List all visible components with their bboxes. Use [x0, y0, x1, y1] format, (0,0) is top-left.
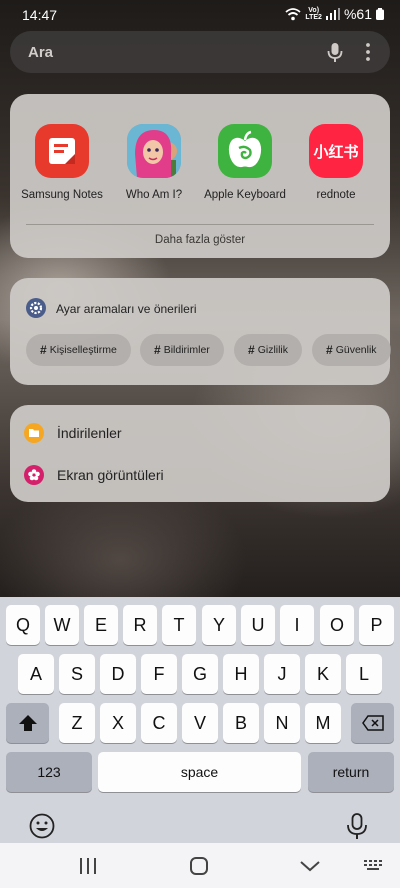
key-p[interactable]: P — [359, 605, 394, 645]
status-bar: 14:47 Vo) LTE2 %61 — [0, 0, 400, 30]
app-apple-keyboard[interactable]: Apple Keyboard — [197, 124, 293, 201]
gear-icon — [26, 298, 46, 318]
chip-kisisellestirme[interactable]: # Kişiselleştirme — [26, 334, 131, 366]
delete-key[interactable] — [351, 703, 394, 743]
chip-gizlilik[interactable]: # Gizlilik — [234, 334, 303, 366]
shift-key[interactable] — [6, 703, 49, 743]
flower-icon — [24, 465, 44, 485]
key-i[interactable]: I — [280, 605, 314, 645]
home-icon[interactable] — [187, 855, 211, 877]
app-label: Apple Keyboard — [204, 189, 286, 201]
settings-suggestions-card: Ayar aramaları ve önerileri # Kişiselleş… — [10, 278, 391, 385]
microphone-icon[interactable] — [324, 41, 346, 63]
rednote-icon: 小红书 — [309, 124, 363, 178]
signal-icon — [325, 8, 340, 20]
search-bar[interactable]: Ara — [10, 31, 390, 73]
key-j[interactable]: J — [264, 654, 300, 694]
settings-title: Ayar aramaları ve önerileri — [56, 302, 197, 316]
rednote-logo-text: 小红书 — [313, 143, 359, 161]
folders-card: İndirilenler Ekran görüntüleri — [10, 405, 390, 502]
lte-indicator: Vo) LTE2 — [305, 7, 322, 21]
more-vert-icon[interactable] — [360, 41, 376, 63]
key-k[interactable]: K — [305, 654, 341, 694]
chip-label: Kişiselleştirme — [49, 344, 117, 356]
battery-icon — [376, 8, 384, 20]
key-w[interactable]: W — [45, 605, 79, 645]
key-b[interactable]: B — [223, 703, 259, 743]
who-am-i-icon — [127, 124, 181, 178]
numbers-key[interactable]: 123 — [6, 752, 92, 792]
key-y[interactable]: Y — [202, 605, 236, 645]
key-o[interactable]: O — [320, 605, 354, 645]
app-label: Samsung Notes — [21, 189, 103, 201]
recents-icon[interactable] — [76, 855, 100, 877]
divider — [26, 224, 374, 225]
backspace-icon — [361, 715, 384, 731]
hash-icon: # — [154, 343, 161, 357]
space-key[interactable]: space — [98, 752, 301, 792]
key-a[interactable]: A — [18, 654, 54, 694]
app-samsung-notes[interactable]: Samsung Notes — [14, 124, 110, 201]
status-icons: Vo) LTE2 %61 — [285, 6, 384, 22]
key-q[interactable]: Q — [6, 605, 40, 645]
app-rednote[interactable]: 小红书 rednote — [288, 124, 384, 201]
folder-label: İndirilenler — [57, 425, 122, 441]
key-g[interactable]: G — [182, 654, 218, 694]
microphone-icon[interactable] — [344, 812, 370, 840]
folder-ekran-goruntuleri[interactable]: Ekran görüntüleri — [24, 463, 164, 487]
key-d[interactable]: D — [100, 654, 136, 694]
app-who-am-i[interactable]: Who Am I? — [106, 124, 202, 201]
hash-icon: # — [40, 343, 47, 357]
key-z[interactable]: Z — [59, 703, 95, 743]
key-x[interactable]: X — [100, 703, 136, 743]
key-t[interactable]: T — [162, 605, 196, 645]
folder-icon — [24, 423, 44, 443]
chip-label: Güvenlik — [335, 344, 377, 356]
navigation-bar — [0, 843, 400, 888]
folder-indirilenler[interactable]: İndirilenler — [24, 421, 122, 445]
hash-icon: # — [326, 343, 333, 357]
key-f[interactable]: F — [141, 654, 177, 694]
key-s[interactable]: S — [59, 654, 95, 694]
key-n[interactable]: N — [264, 703, 300, 743]
status-time: 14:47 — [22, 7, 58, 23]
chip-bildirimler[interactable]: # Bildirimler — [140, 334, 224, 366]
search-input[interactable]: Ara — [28, 44, 53, 61]
hash-icon: # — [248, 343, 255, 357]
key-e[interactable]: E — [84, 605, 118, 645]
emoji-icon[interactable] — [28, 812, 56, 840]
key-c[interactable]: C — [141, 703, 177, 743]
apps-card: Samsung Notes Who Am I? Apple Keyboard 小… — [10, 94, 390, 258]
keyboard-toggle-icon[interactable] — [362, 855, 386, 877]
apple-keyboard-icon — [218, 124, 272, 178]
app-label: Who Am I? — [125, 189, 183, 201]
chip-guvenlik[interactable]: # Güvenlik — [312, 334, 391, 366]
key-m[interactable]: M — [305, 703, 341, 743]
samsung-notes-icon — [35, 124, 89, 178]
key-r[interactable]: R — [123, 605, 157, 645]
chip-label: Gizlilik — [257, 344, 289, 356]
key-l[interactable]: L — [346, 654, 382, 694]
shift-icon — [18, 715, 37, 731]
wifi-icon — [285, 8, 301, 21]
battery-percent: %61 — [343, 6, 372, 22]
show-more-link[interactable]: Daha fazla göster — [10, 234, 390, 246]
key-v[interactable]: V — [182, 703, 218, 743]
app-label: rednote — [316, 189, 356, 201]
folder-label: Ekran görüntüleri — [57, 467, 164, 483]
return-key[interactable]: return — [308, 752, 394, 792]
chip-label: Bildirimler — [163, 344, 210, 356]
back-icon[interactable] — [298, 855, 322, 877]
key-u[interactable]: U — [241, 605, 275, 645]
key-h[interactable]: H — [223, 654, 259, 694]
